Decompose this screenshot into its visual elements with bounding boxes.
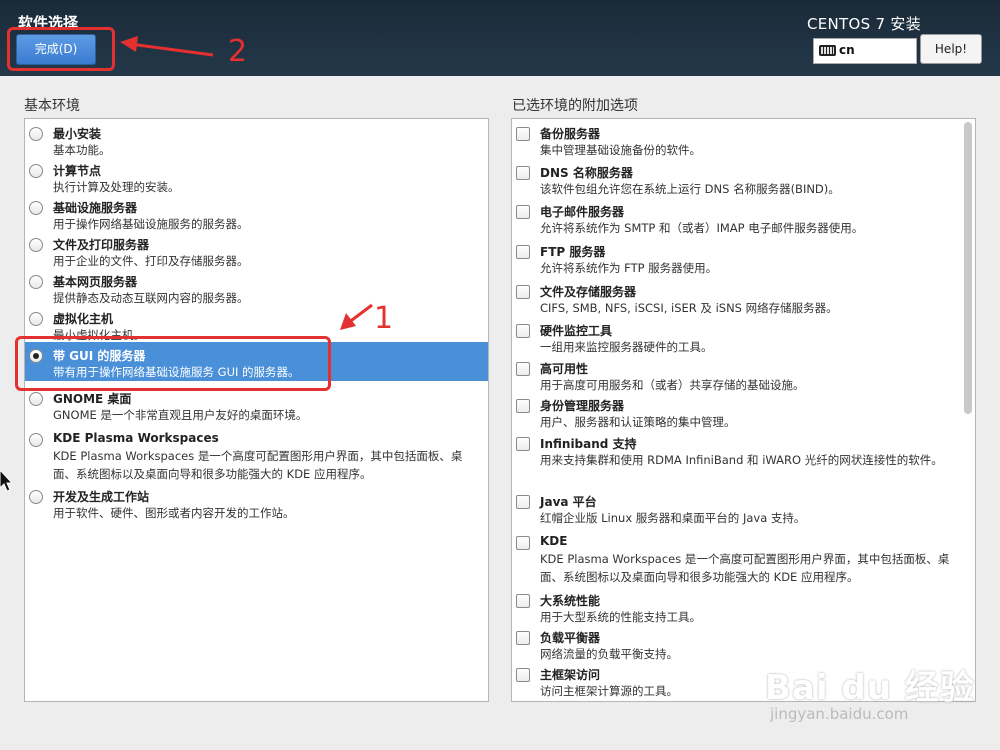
watermark-logo: Bai du 经验 bbox=[765, 668, 975, 708]
annotation-arrows bbox=[120, 36, 373, 330]
arrow-1-icon bbox=[340, 303, 373, 330]
annotation-label-2: 2 bbox=[228, 34, 248, 69]
arrow-2-icon bbox=[120, 36, 214, 57]
watermark-url: jingyan.baidu.com bbox=[770, 705, 909, 723]
annotation-label-1: 1 bbox=[374, 301, 394, 336]
mouse-cursor-icon bbox=[0, 470, 12, 492]
